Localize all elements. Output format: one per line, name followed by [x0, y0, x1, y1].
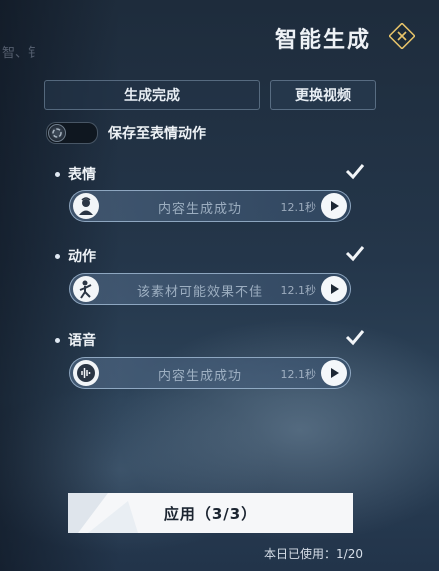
face-avatar-icon: [73, 193, 99, 219]
usage-counter: 本日已使用：1/20: [264, 547, 363, 561]
change-video-button[interactable]: 更换视频: [270, 80, 376, 110]
voice-result-bar: 内容生成成功 12.1秒: [69, 357, 351, 389]
result-status: 内容生成成功: [157, 369, 242, 384]
section-label: 语音: [68, 333, 96, 349]
save-option-row: 保存至表情动作: [46, 122, 206, 144]
play-button[interactable]: [321, 360, 347, 386]
action-result-bar: 该素材可能效果不佳 12.1秒: [69, 273, 351, 305]
apply-button[interactable]: 应用（3/3）: [68, 493, 353, 533]
page-title: 智能生成: [274, 28, 371, 53]
checkmark-icon[interactable]: [345, 244, 365, 262]
save-option-label: 保存至表情动作: [108, 126, 206, 142]
play-icon: [331, 201, 339, 211]
bullet-icon: [55, 253, 60, 259]
result-status: 内容生成成功: [157, 202, 242, 217]
spinner-icon: [52, 128, 62, 138]
play-icon: [331, 284, 339, 294]
body-pose-icon: [73, 276, 99, 302]
play-button[interactable]: [321, 193, 347, 219]
duration-label: 12.1秒: [280, 284, 317, 297]
background-text: 智、钅: [2, 46, 42, 61]
apply-label: 应用（3/3）: [163, 504, 258, 523]
bullet-icon: [55, 337, 60, 343]
result-status: 该素材可能效果不佳: [136, 285, 263, 300]
section-expression: 表情: [55, 164, 365, 184]
play-icon: [331, 368, 339, 378]
section-label: 动作: [68, 249, 96, 265]
section-voice: 语音: [55, 330, 365, 350]
duration-label: 12.1秒: [280, 368, 317, 381]
checkmark-icon[interactable]: [345, 162, 365, 180]
section-action: 动作: [55, 246, 365, 266]
close-icon[interactable]: [388, 22, 416, 50]
expression-result-bar: 内容生成成功 12.1秒: [69, 190, 351, 222]
audio-wave-icon: [73, 360, 99, 386]
bullet-icon: [55, 171, 60, 177]
play-button[interactable]: [321, 276, 347, 302]
save-toggle[interactable]: [46, 122, 98, 144]
duration-label: 12.1秒: [280, 201, 317, 214]
section-label: 表情: [68, 167, 96, 183]
tab-generated[interactable]: 生成完成: [44, 80, 260, 110]
checkmark-icon[interactable]: [345, 328, 365, 346]
toggle-knob: [48, 124, 66, 142]
